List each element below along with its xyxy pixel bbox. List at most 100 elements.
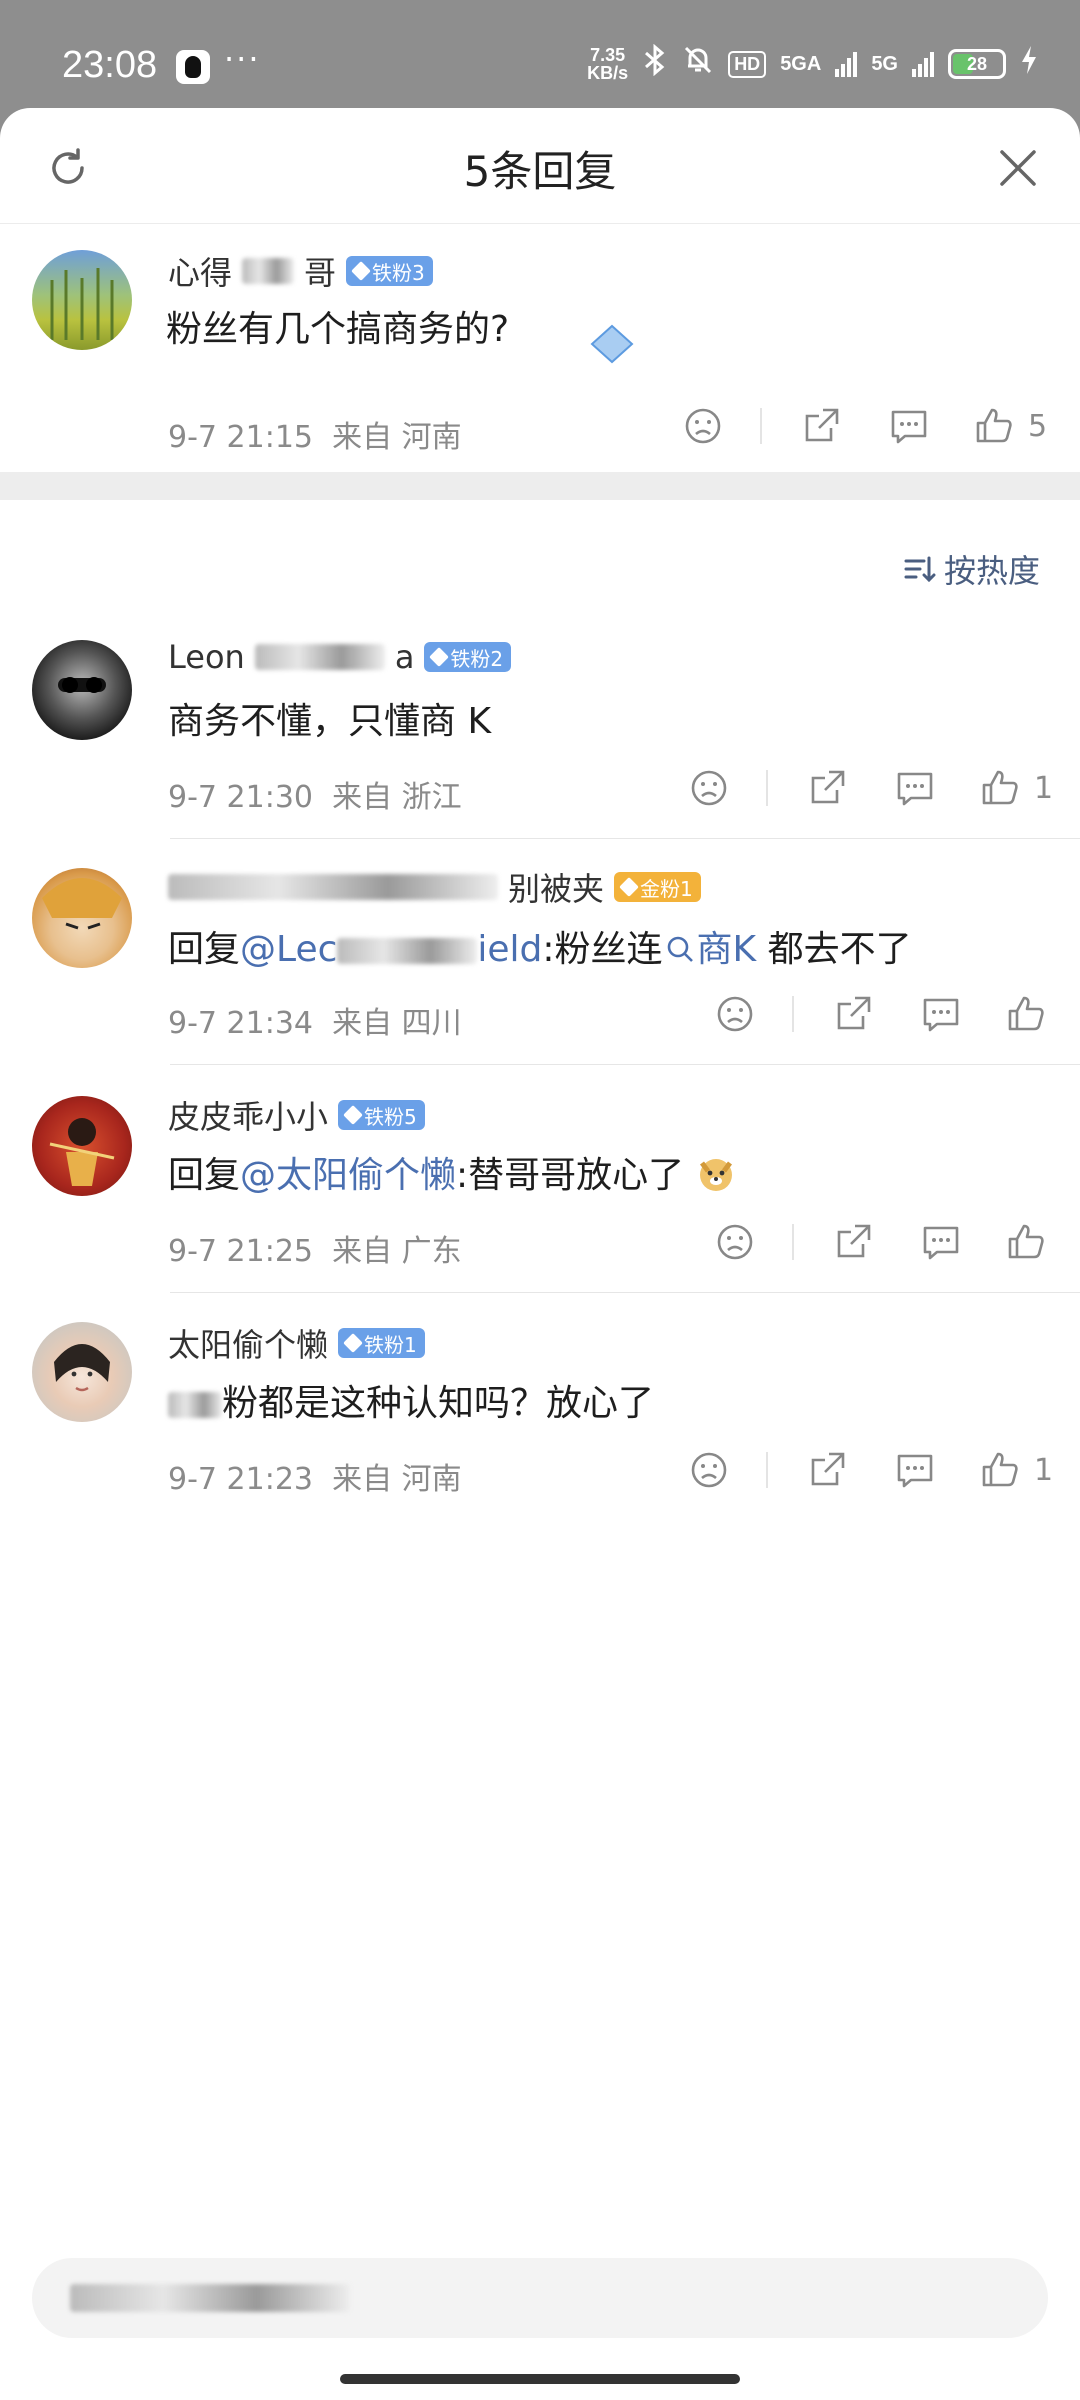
reply-text[interactable]: 回复@Lec ield:粉丝连 商K 都去不了 xyxy=(168,920,912,972)
reply-text[interactable]: 粉都是这种认知吗？放心了 xyxy=(168,1374,654,1426)
thumbs-up-icon xyxy=(982,1452,1018,1487)
redacted-mention xyxy=(337,938,478,964)
dislike-button[interactable] xyxy=(712,1222,758,1262)
reply-button[interactable] xyxy=(892,1450,938,1490)
avatar[interactable] xyxy=(32,640,132,740)
charging-icon xyxy=(1020,45,1038,83)
reply-author[interactable]: 太阳偷个懒 铁粉1 xyxy=(168,1320,425,1366)
thumbs-up-icon xyxy=(976,408,1012,443)
like-button[interactable] xyxy=(1006,994,1046,1034)
like-button[interactable]: 5 xyxy=(974,406,1047,446)
sheet-title: 5条回复 xyxy=(463,147,617,196)
comment-icon xyxy=(923,998,959,1032)
diamond-icon xyxy=(343,1105,363,1125)
reply-button[interactable] xyxy=(918,994,964,1034)
reply-author[interactable]: 别被夹 金粉1 xyxy=(168,864,701,910)
avatar[interactable] xyxy=(32,250,132,350)
fan-badge[interactable]: 铁粉5 xyxy=(338,1100,425,1130)
avatar[interactable] xyxy=(32,868,132,968)
dislike-button[interactable] xyxy=(712,994,758,1034)
diamond-icon xyxy=(343,1333,363,1353)
doge-emoji-icon xyxy=(699,1159,732,1191)
fan-badge[interactable]: 铁粉2 xyxy=(424,642,512,672)
redacted-name xyxy=(168,874,498,900)
share-icon xyxy=(811,1452,845,1486)
reply-text[interactable]: 回复@太阳偷个懒:替哥哥放心了 xyxy=(168,1146,736,1198)
dislike-button[interactable] xyxy=(686,1450,732,1490)
sort-icon xyxy=(904,556,936,583)
section-divider xyxy=(0,472,1080,500)
reply-author[interactable]: 皮皮乖小小 铁粉5 xyxy=(168,1092,425,1138)
reply-meta: 9-7 21:23 来自 河南 xyxy=(168,1462,462,1497)
reply-button[interactable] xyxy=(886,406,932,446)
search-topic-link[interactable]: 商K xyxy=(663,929,756,970)
bluetooth-icon xyxy=(642,43,668,84)
fan-badge[interactable]: 铁粉1 xyxy=(338,1328,425,1358)
sort-by-hot-button[interactable]: 按热度 xyxy=(902,546,1040,592)
reply-meta: 9-7 21:30 来自 浙江 xyxy=(168,780,462,815)
reply-author[interactable]: Leon a 铁粉2 xyxy=(168,638,512,676)
search-icon xyxy=(667,936,693,962)
status-time: 23:08 xyxy=(62,44,158,86)
redacted-word xyxy=(168,1392,222,1418)
status-bar: 23:08 ··· 7.35 KB/s HD 5GA 5G 28 xyxy=(0,0,1080,110)
frown-icon xyxy=(717,996,753,1032)
redacted-name xyxy=(254,644,385,670)
mute-bell-icon xyxy=(682,44,714,84)
mention-link[interactable]: @太阳偷个懒 xyxy=(240,1155,456,1196)
redacted-name xyxy=(242,258,295,284)
reply-button[interactable] xyxy=(892,768,938,808)
like-button[interactable] xyxy=(1006,1222,1046,1262)
reply-actions: 1 xyxy=(686,768,1053,808)
dislike-button[interactable] xyxy=(680,406,726,446)
fan-badge[interactable]: 铁粉3 xyxy=(346,256,433,286)
reply-actions xyxy=(712,994,1046,1034)
like-button[interactable]: 1 xyxy=(980,768,1053,808)
comment-author[interactable]: 心得 哥 铁粉3 xyxy=(168,248,433,294)
reply-meta: 9-7 21:34 来自 四川 xyxy=(168,1006,462,1041)
signal-icon-2 xyxy=(912,51,934,77)
avatar[interactable] xyxy=(32,1096,132,1196)
comment-actions: 5 xyxy=(680,406,1047,446)
comment-icon xyxy=(897,1454,933,1488)
sheet-header: 5条回复 xyxy=(0,108,1080,224)
reply-input[interactable] xyxy=(32,2258,1048,2338)
share-button[interactable] xyxy=(830,994,876,1034)
crown-icon xyxy=(619,877,639,897)
like-button[interactable]: 1 xyxy=(980,1450,1053,1490)
share-icon xyxy=(811,770,845,804)
diamond-icon xyxy=(429,647,450,667)
reply-actions xyxy=(712,1222,1046,1262)
battery-icon: 28 xyxy=(948,49,1006,79)
fan-badge[interactable]: 金粉1 xyxy=(614,872,701,902)
avatar[interactable] xyxy=(32,1322,132,1422)
reply-meta: 9-7 21:25 来自 广东 xyxy=(168,1234,462,1269)
share-button[interactable] xyxy=(804,1450,850,1490)
reply-actions: 1 xyxy=(686,1450,1053,1490)
network-type-2: 5G xyxy=(871,52,898,75)
share-icon xyxy=(837,996,871,1030)
home-indicator[interactable] xyxy=(340,2374,740,2384)
comment-icon xyxy=(923,1226,959,1260)
status-icons: 7.35 KB/s HD 5GA 5G 28 xyxy=(587,43,1038,84)
diamond-icon xyxy=(351,261,371,281)
share-icon xyxy=(837,1224,871,1258)
share-button[interactable] xyxy=(830,1222,876,1262)
mention-link[interactable]: @Lec ield xyxy=(240,929,542,970)
frown-icon xyxy=(685,408,721,444)
comment-text[interactable]: 粉丝有几个搞商务的? xyxy=(166,300,509,352)
thumbs-up-icon xyxy=(1008,996,1044,1031)
share-icon xyxy=(805,408,839,442)
reply-text[interactable]: 商务不懂，只懂商 K xyxy=(168,692,491,744)
share-button[interactable] xyxy=(798,406,844,446)
qq-icon xyxy=(176,50,210,84)
share-button[interactable] xyxy=(804,768,850,808)
reply-button[interactable] xyxy=(918,1222,964,1262)
more-notifications-icon: ··· xyxy=(224,40,261,78)
close-icon[interactable] xyxy=(996,146,1040,190)
thumbs-up-icon xyxy=(1008,1224,1044,1259)
frown-icon xyxy=(717,1224,753,1260)
dislike-button[interactable] xyxy=(686,768,732,808)
signal-icon-1 xyxy=(835,51,858,77)
comment-meta: 9-7 21:15 来自 河南 xyxy=(168,420,462,455)
